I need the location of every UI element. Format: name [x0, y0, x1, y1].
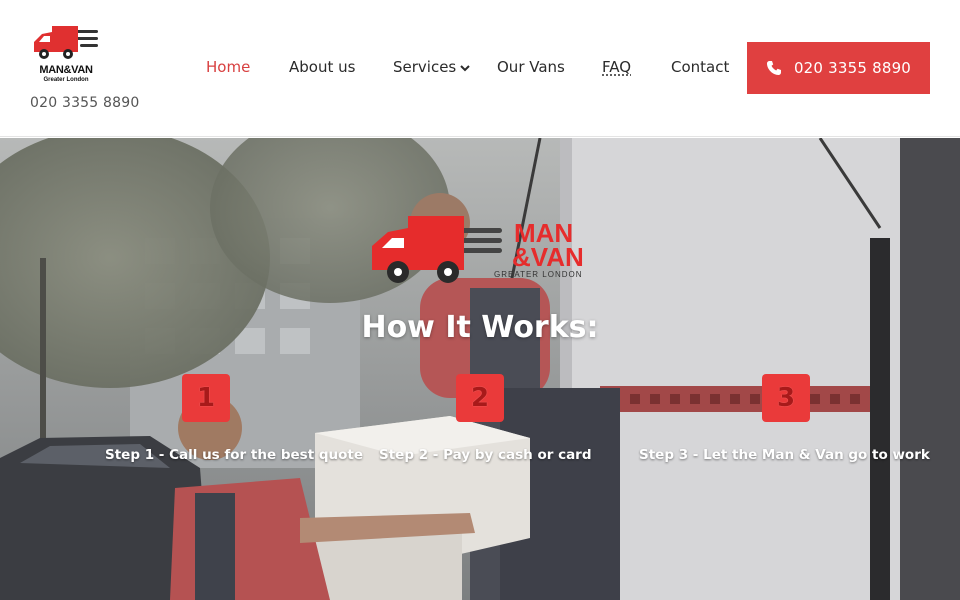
chevron-down-icon	[460, 64, 470, 71]
nav-about-us[interactable]: About us	[289, 58, 355, 76]
nav-services-label: Services	[393, 58, 457, 76]
call-now-label: 020 3355 8890	[793, 59, 912, 77]
phone-icon	[766, 61, 781, 75]
step-3-number: 3	[776, 383, 796, 413]
step-3-text: Step 3 - Let the Man & Van go to work	[639, 447, 930, 463]
step-2-text: Step 2 - Pay by cash or card	[379, 447, 592, 463]
svg-text:GREATER LONDON: GREATER LONDON	[494, 270, 583, 279]
step-1-badge: 1	[182, 374, 230, 422]
nav-services[interactable]: Services	[393, 58, 470, 76]
nav-our-vans[interactable]: Our Vans	[497, 58, 565, 76]
step-2-number: 2	[470, 383, 490, 413]
step-1-text: Step 1 - Call us for the best quote	[105, 447, 364, 463]
step-1-number: 1	[196, 383, 216, 413]
logo-wordmark: MAN&VAN	[39, 64, 93, 76]
hero-logo-icon: MAN &VAN GREATER LONDON	[372, 216, 584, 283]
site-header: MAN&VAN Greater London 020 3355 8890 Hom…	[0, 0, 960, 137]
header-phone-number[interactable]: 020 3355 8890	[30, 95, 139, 111]
van-logo-icon	[34, 26, 98, 59]
hero-section: MAN &VAN GREATER LONDON How It Works: 1 …	[0, 138, 960, 600]
step-2-badge: 2	[456, 374, 504, 422]
step-3-badge: 3	[762, 374, 810, 422]
nav-home[interactable]: Home	[206, 58, 250, 76]
logo-tagline: Greater London	[43, 77, 89, 83]
how-it-works-title: How It Works:	[361, 310, 599, 345]
site-logo[interactable]: MAN&VAN Greater London	[30, 22, 102, 88]
call-now-button[interactable]: 020 3355 8890	[747, 42, 930, 94]
nav-contact[interactable]: Contact	[671, 58, 729, 76]
hero-background-image	[0, 138, 960, 600]
svg-text:&VAN: &VAN	[512, 242, 584, 272]
nav-faq[interactable]: FAQ	[602, 58, 631, 76]
